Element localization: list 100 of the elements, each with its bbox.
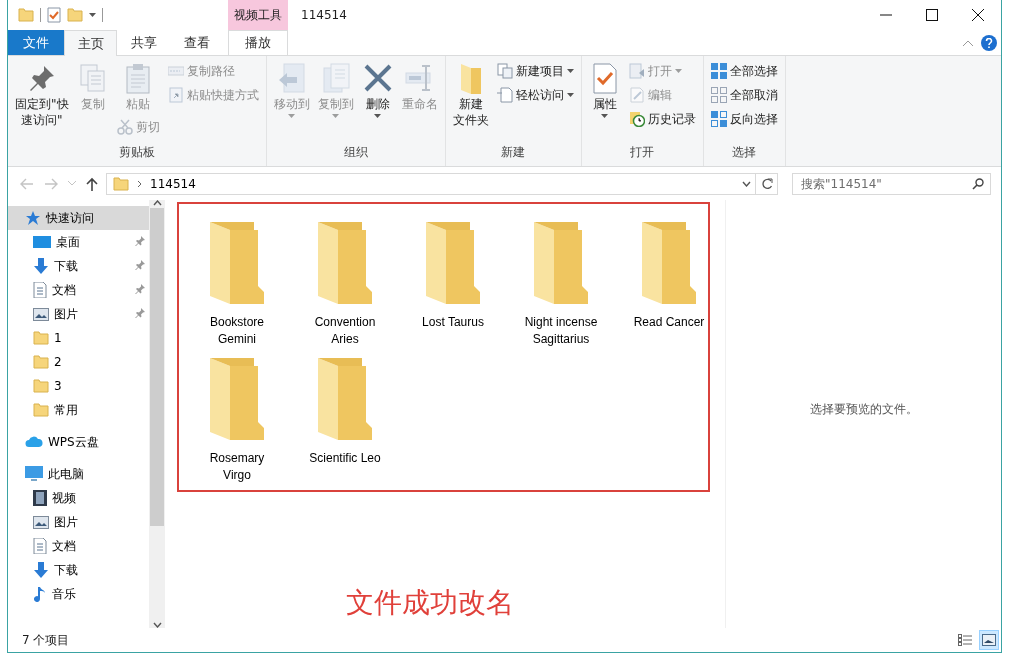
breadcrumb[interactable]: 114514 [150, 176, 196, 191]
folder-item[interactable]: Rosemary Virgo [185, 356, 289, 492]
ribbon-tab[interactable]: 文件 [8, 30, 64, 55]
grid-icon [710, 111, 727, 127]
ribbon-button[interactable]: 新建项目 [493, 60, 577, 82]
folder-icon [316, 220, 374, 304]
shortcut-icon [167, 87, 184, 103]
page-icon [496, 87, 513, 103]
caret-icon [566, 93, 574, 97]
document-icon [33, 282, 47, 298]
folder-icon [18, 8, 34, 22]
nav-item[interactable]: WPS云盘 [8, 430, 149, 454]
nav-item[interactable]: 视频 [8, 486, 149, 510]
ribbon-tab[interactable]: 查看 [170, 30, 223, 55]
preview-message: 选择要预览的文件。 [809, 400, 918, 418]
view-button[interactable] [979, 630, 999, 650]
nav-item[interactable]: 图片 [8, 510, 149, 534]
ribbon-tab[interactable]: 主页 [64, 30, 117, 56]
folder-icon [33, 331, 49, 345]
pin-icon [135, 308, 145, 318]
ribbon-button[interactable]: 属性 [585, 60, 624, 120]
nav-item[interactable]: 3 [8, 374, 149, 398]
group-label: 剪贴板 [118, 145, 155, 159]
caret-icon [332, 114, 340, 118]
monitor-icon [33, 235, 51, 249]
chevron-icon [137, 179, 142, 188]
chevron-down-icon [742, 180, 751, 187]
scroll-up-icon [152, 200, 162, 206]
folder-item[interactable]: Lost Taurus [401, 220, 505, 356]
contextual-tab-header: 视频工具 [228, 0, 288, 30]
nav-item[interactable]: 音乐 [8, 582, 149, 606]
document-icon [33, 538, 47, 554]
nav-item[interactable]: 常用 [8, 398, 149, 422]
nav-item[interactable]: 图片 [8, 302, 149, 326]
ribbon-tab[interactable]: 播放 [228, 30, 288, 55]
scissors-icon [116, 119, 133, 135]
ribbon-button[interactable]: 全部取消 [707, 84, 781, 106]
search-input[interactable]: 搜索"114514" [799, 175, 972, 192]
nav-item[interactable]: 文档 [8, 534, 149, 558]
ribbon-button[interactable]: 历史记录 [625, 108, 699, 130]
folder-item[interactable]: Convention Aries [293, 220, 397, 356]
folder-icon [208, 220, 266, 304]
music-note-icon [33, 586, 47, 602]
group-label: 选择 [732, 145, 757, 159]
history-icon [628, 111, 645, 127]
refresh-button[interactable] [756, 172, 778, 195]
nav-item[interactable]: 此电脑 [8, 462, 149, 486]
folder-icon [33, 403, 49, 417]
star-icon [25, 210, 41, 226]
cloud-icon [25, 436, 43, 448]
up-arrow-icon [86, 176, 98, 191]
folder-icon [316, 356, 374, 440]
picture-icon [33, 515, 49, 529]
search-field[interactable]: 搜索"114514" [792, 172, 991, 195]
checklist-icon [47, 7, 61, 23]
ribbon-button[interactable]: 删除 [358, 60, 397, 120]
group-label: 新建 [501, 145, 526, 159]
scrollbar[interactable] [149, 200, 165, 628]
grid-icon [710, 87, 727, 103]
address-field[interactable]: 114514 [106, 172, 756, 195]
minimize-icon [880, 14, 892, 16]
ribbon-button[interactable]: 新建 文件夹 [449, 60, 492, 130]
edit-icon [628, 87, 645, 103]
folder-icon [532, 220, 590, 304]
nav-item[interactable]: 下载 [8, 558, 149, 582]
pin-icon [135, 236, 145, 246]
folder-item[interactable]: Night incense Sagittarius [509, 220, 613, 356]
folder-icon [33, 355, 49, 369]
ribbon-button[interactable]: 反向选择 [707, 108, 781, 130]
path-icon [167, 63, 184, 79]
pin-icon [135, 284, 145, 294]
group-label: 组织 [343, 145, 368, 159]
folder-item[interactable]: Read Cancer [617, 220, 721, 356]
large-icons-view-icon [982, 634, 996, 646]
details-view-icon [958, 634, 972, 646]
nav-item[interactable]: 1 [8, 326, 149, 350]
maximize-icon [926, 9, 938, 21]
search-icon [972, 177, 984, 190]
annotation-text: 文件成功改名 [346, 585, 515, 621]
ribbon-tab[interactable]: 共享 [117, 30, 170, 55]
folder-icon [67, 8, 83, 22]
nav-item[interactable]: 桌面 [8, 230, 149, 254]
back-arrow-icon [20, 177, 34, 190]
picture-icon [33, 307, 49, 321]
folder-item[interactable]: Bookstore Gemini [185, 220, 289, 356]
folder-icon [424, 220, 482, 304]
pin-icon [135, 260, 145, 270]
ribbon-button[interactable]: 轻松访问 [493, 84, 577, 106]
ribbon-button[interactable]: 全部选择 [707, 60, 781, 82]
folder-item[interactable]: Scientific Leo [293, 356, 397, 492]
nav-item[interactable]: 下载 [8, 254, 149, 278]
folder-icon [113, 176, 129, 191]
nav-item[interactable]: 快速访问 [8, 206, 149, 230]
nav-item[interactable]: 2 [8, 350, 149, 374]
open-icon [628, 63, 645, 79]
up-button[interactable] [84, 176, 100, 191]
help-button[interactable] [981, 34, 997, 51]
ribbon-button[interactable]: 固定到"快 速访问" [12, 60, 72, 130]
grid-icon [710, 63, 727, 79]
nav-item[interactable]: 文档 [8, 278, 149, 302]
